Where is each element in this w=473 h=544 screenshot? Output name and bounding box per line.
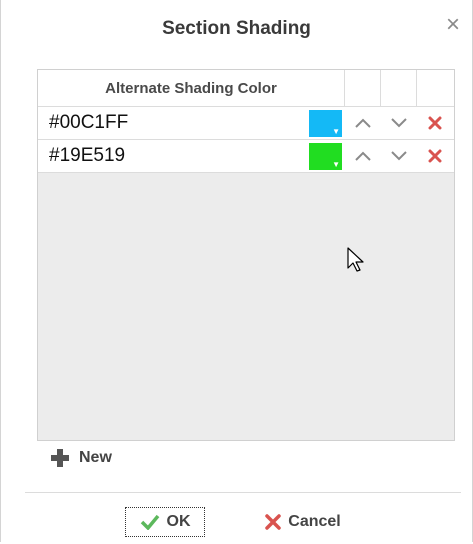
- shading-color-grid: Alternate Shading Color #00C1FF ▼ #19E51…: [37, 69, 455, 441]
- dropdown-caret-icon: ▼: [332, 126, 340, 136]
- color-value[interactable]: #19E519: [38, 140, 309, 172]
- ok-button[interactable]: OK: [125, 507, 205, 537]
- plus-icon: [51, 449, 69, 467]
- column-header-move-up: [345, 70, 381, 106]
- move-up-button[interactable]: [345, 107, 381, 139]
- cancel-button[interactable]: Cancel: [251, 507, 355, 537]
- new-button-label: New: [79, 449, 112, 466]
- column-header-move-down: [381, 70, 417, 106]
- x-icon: [265, 514, 282, 530]
- delete-x-icon: [428, 116, 442, 130]
- cancel-button-label: Cancel: [288, 513, 341, 530]
- table-row: #00C1FF ▼: [38, 107, 454, 140]
- column-header-alternate-shading-color: Alternate Shading Color: [38, 70, 345, 106]
- chevron-down-icon: [391, 151, 407, 161]
- color-value[interactable]: #00C1FF: [38, 107, 309, 139]
- delete-button[interactable]: [417, 107, 453, 139]
- dropdown-caret-icon: ▼: [332, 159, 340, 169]
- chevron-up-icon: [355, 118, 371, 128]
- color-swatch-button[interactable]: ▼: [309, 142, 342, 170]
- move-down-button[interactable]: [381, 140, 417, 172]
- chevron-down-icon: [391, 118, 407, 128]
- move-down-button[interactable]: [381, 107, 417, 139]
- section-shading-dialog: Section Shading × Alternate Shading Colo…: [0, 0, 473, 542]
- delete-x-icon: [428, 149, 442, 163]
- new-button[interactable]: New: [49, 446, 112, 470]
- dialog-title: Section Shading: [162, 18, 311, 39]
- chevron-up-icon: [355, 151, 371, 161]
- delete-button[interactable]: [417, 140, 453, 172]
- column-header-delete: [417, 70, 453, 106]
- footer-divider: [25, 492, 461, 493]
- close-icon[interactable]: ×: [442, 13, 464, 37]
- table-row: #19E519 ▼: [38, 140, 454, 173]
- color-swatch-button[interactable]: ▼: [309, 109, 342, 137]
- ok-button-label: OK: [166, 513, 191, 530]
- checkmark-icon: [140, 514, 159, 530]
- grid-header: Alternate Shading Color: [38, 70, 454, 107]
- mouse-pointer-icon: [347, 247, 364, 272]
- move-up-button[interactable]: [345, 140, 381, 172]
